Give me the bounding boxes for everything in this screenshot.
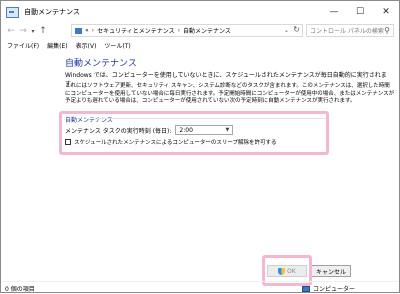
minimize-button[interactable]: — [321, 1, 347, 23]
description-text: これにはソフトウェア更新、セキュリティ スキャン、システム診断などのタスクが含ま… [65, 83, 395, 104]
breadcrumb-separator-icon: › [91, 27, 95, 34]
address-dropdown-icon[interactable]: ⌄ [284, 27, 289, 34]
address-field[interactable]: « › セキュリティとメンテナンス › 自動メンテナンス ⌄ ↻ [71, 24, 303, 37]
forward-arrow-icon[interactable]: → [17, 24, 29, 38]
address-bar: ← → ▾ ↑ « › セキュリティとメンテナンス › 自動メンテナンス ⌄ ↻… [1, 23, 399, 39]
app-window: 自動メンテナンス — ☐ ✕ ← → ▾ ↑ « › セキュリティとメンテナンス… [0, 0, 400, 293]
window-controls: — ☐ ✕ [321, 1, 399, 23]
menu-tools[interactable]: ツール(T) [100, 41, 134, 50]
window-title: 自動メンテナンス [24, 8, 80, 16]
refresh-icon[interactable]: ↻ [293, 25, 300, 34]
search-placeholder: コントロール パネルの検索 [310, 28, 384, 35]
menu-bar: ファイル(F) 編集(E) 表示(V) ツール(T) [1, 39, 399, 51]
control-panel-breadcrumb-icon [75, 27, 82, 34]
breadcrumb-separator-icon: › [177, 27, 181, 34]
item-count: 0 個の項目 [5, 285, 35, 293]
breadcrumb-security-maintenance[interactable]: セキュリティとメンテナンス [97, 26, 175, 35]
breadcrumb-auto-maintenance[interactable]: 自動メンテナンス [183, 26, 231, 35]
search-input[interactable]: コントロール パネルの検索 ⚲ [306, 24, 394, 37]
status-location-label: コンピューター [312, 286, 355, 293]
settings-highlight [59, 111, 329, 155]
title-bar: 自動メンテナンス — ☐ ✕ [1, 1, 399, 23]
control-panel-icon [6, 6, 19, 18]
status-bar: 0 個の項目 コンピューター [1, 281, 399, 294]
back-arrow-icon[interactable]: ← [5, 24, 17, 38]
recent-locations-chevron-icon[interactable]: ▾ [29, 28, 37, 35]
menu-edit[interactable]: 編集(E) [43, 41, 71, 50]
page-title: 自動メンテナンス [65, 59, 137, 69]
up-arrow-icon[interactable]: ↑ [37, 24, 49, 38]
cancel-button[interactable]: キャンセル [311, 265, 351, 277]
search-icon[interactable]: ⚲ [384, 26, 390, 35]
maximize-button[interactable]: ☐ [347, 1, 373, 23]
menu-view[interactable]: 表示(V) [72, 41, 101, 50]
computer-icon [301, 285, 310, 292]
menu-file[interactable]: ファイル(F) [1, 41, 43, 50]
status-location: コンピューター [301, 284, 355, 293]
breadcrumb-overflow[interactable]: « [85, 27, 89, 34]
close-button[interactable]: ✕ [373, 1, 399, 23]
